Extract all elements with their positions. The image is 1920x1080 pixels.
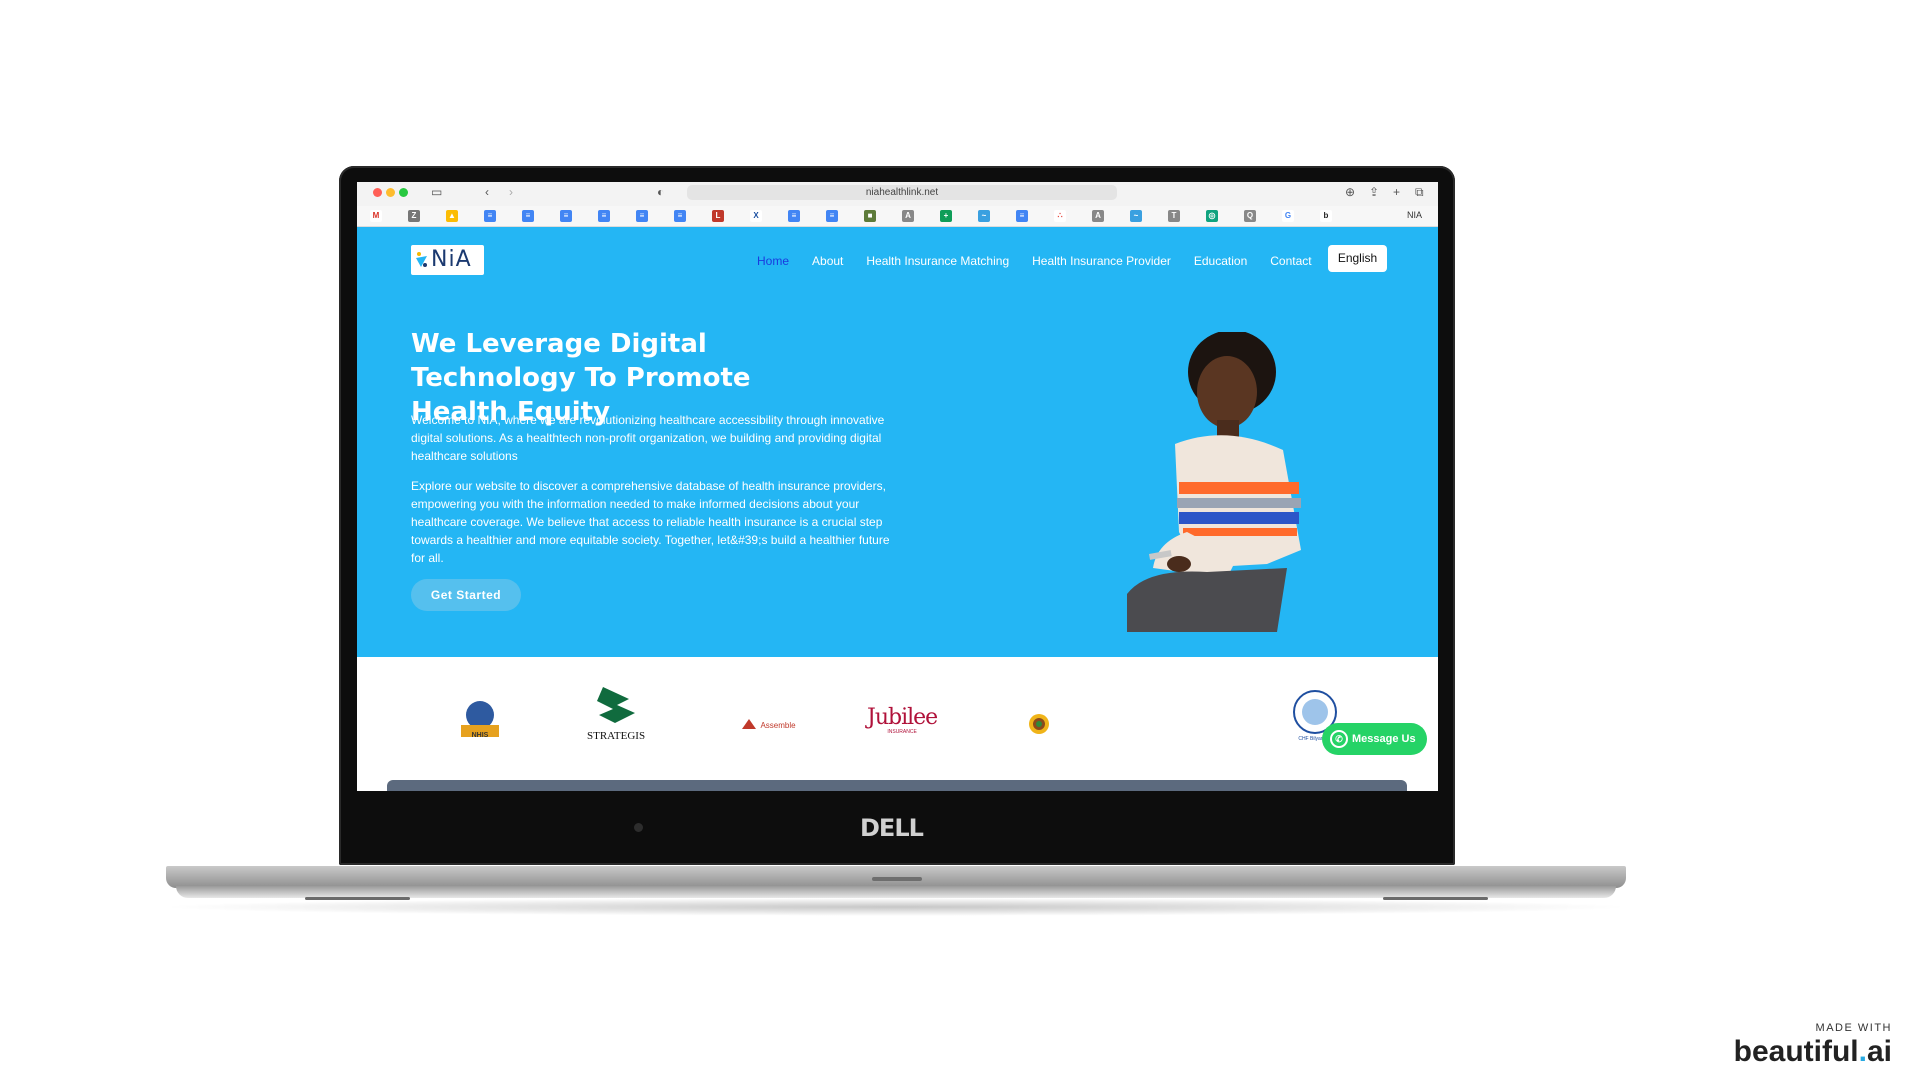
brand-main: beautiful <box>1733 1035 1859 1068</box>
state-seal-icon <box>1029 714 1049 734</box>
gmail-favicon-icon[interactable]: M <box>370 210 382 222</box>
docs-favicon-icon[interactable]: ≡ <box>1016 210 1028 222</box>
docs-favicon-icon[interactable]: ≡ <box>560 210 572 222</box>
site-logo[interactable]: NiA <box>411 245 484 275</box>
docs-favicon-icon[interactable]: ≡ <box>636 210 648 222</box>
wave-favicon-icon[interactable]: ~ <box>978 210 990 222</box>
xm-favicon-icon[interactable]: X <box>750 210 762 222</box>
a-favicon-icon[interactable]: A <box>902 210 914 222</box>
laptop-screen: ▭ ‹ › ◐ niahealthlink.net ⊕ ⇪ + ⧉ M Z ▲ … <box>357 182 1438 791</box>
hero-paragraph-1: Welcome to NIA, where we are revolutioni… <box>411 413 885 463</box>
partner-logo-nhis: NHIS <box>455 697 505 739</box>
docs-favicon-icon[interactable]: ≡ <box>788 210 800 222</box>
wave-favicon-icon[interactable]: ~ <box>1130 210 1142 222</box>
t-favicon-icon[interactable]: T <box>1168 210 1180 222</box>
strategis-label: STRATEGIS <box>587 730 646 742</box>
nia-logo-mark-icon <box>416 252 427 267</box>
sheets-favicon-icon[interactable]: + <box>940 210 952 222</box>
partners-strip: NHIS STRATEGIS Assemble Jubilee INSURANC… <box>357 657 1438 791</box>
download-icon[interactable]: ⊕ <box>1345 185 1355 199</box>
back-arrow-icon[interactable]: ‹ <box>485 185 489 199</box>
shield-icon[interactable]: ◐ <box>657 185 664 199</box>
brand-tld: ai <box>1866 1035 1892 1068</box>
browser-titlebar: ▭ ‹ › ◐ niahealthlink.net ⊕ ⇪ + ⧉ <box>357 182 1438 207</box>
laptop-brand-logo: DELL <box>860 814 924 842</box>
partner-logo-jubilee: Jubilee INSURANCE <box>867 705 938 736</box>
docs-favicon-icon[interactable]: ≡ <box>598 210 610 222</box>
close-window-button[interactable] <box>373 188 382 197</box>
assemble-label: Assemble <box>760 721 796 730</box>
macos-dock <box>387 780 1407 791</box>
laptop-shadow <box>156 898 1636 916</box>
google-favicon-icon[interactable]: G <box>1282 210 1294 222</box>
made-with-label: MADE WITH <box>1815 1022 1892 1034</box>
nav-about[interactable]: About <box>812 254 843 268</box>
z-favicon-icon[interactable]: Z <box>408 210 420 222</box>
docs-favicon-icon[interactable]: ≡ <box>674 210 686 222</box>
tab-nia[interactable]: NIA <box>1407 210 1422 220</box>
partner-logo-seal <box>1028 713 1050 740</box>
address-bar[interactable]: niahealthlink.net <box>687 185 1117 200</box>
forward-arrow-icon[interactable]: › <box>509 185 513 199</box>
laptop-vent-right <box>1383 897 1488 900</box>
q-favicon-icon[interactable]: Q <box>1244 210 1256 222</box>
new-tab-icon[interactable]: + <box>1393 185 1400 199</box>
share-icon[interactable]: ⇪ <box>1369 185 1379 199</box>
main-nav: Home About Health Insurance Matching Hea… <box>757 254 1312 268</box>
nav-education[interactable]: Education <box>1194 254 1247 268</box>
brand-dot: . <box>1858 1035 1867 1068</box>
nav-home[interactable]: Home <box>757 254 789 268</box>
asana-favicon-icon[interactable]: ∴ <box>1054 210 1066 222</box>
strategis-mark-icon <box>597 687 636 723</box>
green-favicon-icon[interactable]: ■ <box>864 210 876 222</box>
beautiful-ai-logo: beautiful.ai <box>1734 1035 1892 1069</box>
nav-contact[interactable]: Contact <box>1270 254 1311 268</box>
nav-health-insurance-provider[interactable]: Health Insurance Provider <box>1032 254 1171 268</box>
whatsapp-icon: ✆ <box>1330 730 1348 748</box>
hero-section: NiA Home About Health Insurance Matching… <box>357 227 1438 657</box>
language-button[interactable]: English <box>1328 245 1387 272</box>
zoom-window-button[interactable] <box>399 188 408 197</box>
favorites-bar: M Z ▲ ≡ ≡ ≡ ≡ ≡ ≡ L X ≡ ≡ ■ A + ~ ≡ ∴ A … <box>357 206 1438 227</box>
drive-favicon-icon[interactable]: ▲ <box>446 210 458 222</box>
docs-favicon-icon[interactable]: ≡ <box>826 210 838 222</box>
jubilee-wordmark: Jubilee <box>867 705 938 730</box>
docs-favicon-icon[interactable]: ≡ <box>484 210 496 222</box>
hero-person-image <box>1127 332 1301 632</box>
chatgpt-favicon-icon[interactable]: ◎ <box>1206 210 1218 222</box>
partner-logo-assemble: Assemble <box>742 715 796 733</box>
whatsapp-label: Message Us <box>1352 733 1416 745</box>
partner-logo-strategis: STRATEGIS <box>587 685 645 742</box>
hero-paragraph-2: Explore our website to discover a compre… <box>411 479 890 565</box>
docs-favicon-icon[interactable]: ≡ <box>522 210 534 222</box>
sidebar-toggle-icon[interactable]: ▭ <box>431 185 442 199</box>
assemble-triangle-icon <box>742 718 756 729</box>
minimize-window-button[interactable] <box>386 188 395 197</box>
a-favicon-icon[interactable]: A <box>1092 210 1104 222</box>
whatsapp-message-button[interactable]: ✆ Message Us <box>1322 723 1427 755</box>
b-favicon-icon[interactable]: b <box>1320 210 1332 222</box>
tab-overview-icon[interactable]: ⧉ <box>1415 185 1424 200</box>
red-favicon-icon[interactable]: L <box>712 210 724 222</box>
laptop-vent-left <box>305 897 410 900</box>
get-started-button[interactable]: Get Started <box>411 579 521 611</box>
laptop-notch <box>872 877 922 881</box>
webcam-icon <box>634 823 643 832</box>
nav-health-insurance-matching[interactable]: Health Insurance Matching <box>866 254 1009 268</box>
logo-text: NiA <box>431 247 472 272</box>
